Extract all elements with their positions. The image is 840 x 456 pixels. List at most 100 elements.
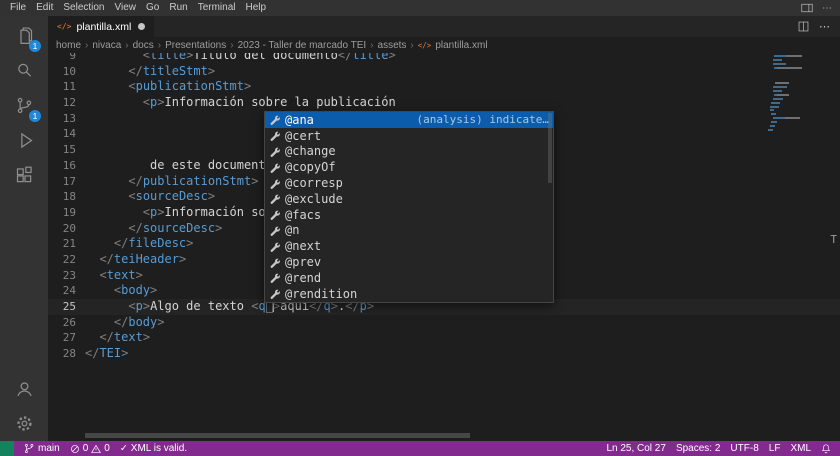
line-number[interactable]: 23 (48, 268, 85, 284)
suggestion-ana[interactable]: @ana(analysis) indicate… (265, 112, 553, 128)
breadcrumb-separator-icon: › (370, 40, 373, 51)
code-line-10[interactable]: 10 </titleStmt> (48, 64, 840, 80)
editor[interactable]: 9 <title>Título del documento</title>10 … (48, 53, 840, 441)
xml-validation-item[interactable]: ✓ XML is valid. (115, 443, 192, 454)
suggestion-n[interactable]: @n (265, 223, 553, 239)
property-icon (269, 130, 280, 141)
line-number[interactable]: 10 (48, 64, 85, 80)
settings-button[interactable] (0, 406, 48, 441)
breadcrumb-separator-icon: › (125, 40, 128, 51)
encoding-item[interactable]: UTF-8 (725, 443, 763, 454)
line-number[interactable]: 12 (48, 95, 85, 111)
menu-help[interactable]: Help (241, 0, 272, 16)
breadcrumb: home›nivaca›docs›Presentations›2023 - Ta… (48, 37, 840, 53)
line-number[interactable]: 21 (48, 236, 85, 252)
line-number[interactable]: 20 (48, 221, 85, 237)
suggestion-label: @prev (285, 255, 321, 269)
sidebar-item-extensions[interactable] (0, 158, 48, 193)
code-line-27[interactable]: 27 </text> (48, 330, 840, 346)
breadcrumb-item[interactable]: assets (378, 40, 407, 51)
editor-more-actions-icon[interactable]: ⋯ (819, 20, 830, 33)
line-number[interactable]: 19 (48, 205, 85, 221)
menu-terminal[interactable]: Terminal (193, 0, 241, 16)
breadcrumb-separator-icon: › (410, 40, 413, 51)
line-number[interactable]: 18 (48, 189, 85, 205)
line-number[interactable]: 14 (48, 126, 85, 142)
cursor-position-item[interactable]: Ln 25, Col 27 (601, 443, 671, 454)
tab-plantilla-xml[interactable]: </> plantilla.xml (48, 16, 154, 37)
breadcrumb-item[interactable]: 2023 - Taller de marcado TEI (238, 40, 367, 51)
breadcrumb-item[interactable]: docs (133, 40, 154, 51)
suggestion-exclude[interactable]: @exclude (265, 191, 553, 207)
check-icon: ✓ (120, 443, 128, 454)
code-line-9[interactable]: 9 <title>Título del documento</title> (48, 53, 840, 64)
breadcrumb-item[interactable]: nivaca (92, 40, 121, 51)
sidebar-item-run-debug[interactable] (0, 123, 48, 158)
suggestion-copyOf[interactable]: @copyOf (265, 159, 553, 175)
suggestion-prev[interactable]: @prev (265, 254, 553, 270)
suggestion-rendition[interactable]: @rendition (265, 286, 553, 302)
line-number[interactable]: 11 (48, 79, 85, 95)
code-text: </titleStmt> (85, 64, 215, 80)
suggestion-label: @ana (285, 113, 314, 127)
menu-go[interactable]: Go (141, 0, 164, 16)
line-number[interactable]: 9 (48, 53, 85, 64)
menu-selection[interactable]: Selection (58, 0, 109, 16)
layout-toggle-icon[interactable] (801, 3, 813, 13)
suggestion-cert[interactable]: @cert (265, 128, 553, 144)
menu-run[interactable]: Run (164, 0, 192, 16)
problems-item[interactable]: 0 0 (65, 443, 115, 454)
line-number[interactable]: 25 (48, 299, 85, 315)
notifications-bell[interactable] (816, 443, 836, 454)
sidebar-item-source-control[interactable]: 1 (0, 88, 48, 123)
branch-name: main (38, 443, 60, 454)
tab-label: plantilla.xml (76, 21, 131, 33)
eol-item[interactable]: LF (764, 443, 786, 454)
menu-file[interactable]: File (5, 0, 31, 16)
line-number[interactable]: 28 (48, 346, 85, 362)
suggestion-corresp[interactable]: @corresp (265, 175, 553, 191)
indentation-item[interactable]: Spaces: 2 (671, 443, 725, 454)
line-number[interactable]: 17 (48, 174, 85, 190)
split-editor-icon[interactable] (798, 21, 809, 32)
code-text: </text> (85, 330, 150, 346)
sidebar-item-search[interactable] (0, 53, 48, 88)
property-icon (269, 209, 280, 220)
suggestion-label: @copyOf (285, 160, 336, 174)
line-number[interactable]: 27 (48, 330, 85, 346)
more-actions-icon[interactable]: ⋯ (822, 3, 832, 14)
breadcrumb-item[interactable]: Presentations (165, 40, 226, 51)
code-text: </fileDesc> (85, 236, 193, 252)
minimap[interactable] (768, 55, 804, 133)
line-number[interactable]: 16 (48, 158, 85, 174)
line-number[interactable]: 22 (48, 252, 85, 268)
account-button[interactable] (0, 371, 48, 406)
sidebar-item-explorer[interactable]: 1 (0, 18, 48, 53)
suggestion-change[interactable]: @change (265, 144, 553, 160)
suggest-scrollbar[interactable] (548, 113, 552, 183)
code-line-26[interactable]: 26 </body> (48, 315, 840, 331)
language-mode-item[interactable]: XML (785, 443, 816, 454)
line-number[interactable]: 26 (48, 315, 85, 331)
suggestion-rend[interactable]: @rend (265, 270, 553, 286)
line-number[interactable]: 13 (48, 111, 85, 127)
property-icon (269, 114, 280, 125)
line-number[interactable]: 24 (48, 283, 85, 299)
code-line-11[interactable]: 11 <publicationStmt> (48, 79, 840, 95)
git-branch-item[interactable]: main (19, 443, 65, 454)
code-line-12[interactable]: 12 <p>Información sobre la publicación (48, 95, 840, 111)
validation-message: XML is valid. (131, 443, 187, 454)
code-line-28[interactable]: 28</TEI> (48, 346, 840, 362)
menu-view[interactable]: View (110, 0, 142, 16)
modified-indicator[interactable] (138, 23, 145, 30)
suggestion-next[interactable]: @next (265, 238, 553, 254)
suggestion-facs[interactable]: @facs (265, 207, 553, 223)
breadcrumb-item[interactable]: plantilla.xml (435, 40, 487, 51)
remote-indicator[interactable] (0, 441, 14, 456)
breadcrumb-item[interactable]: home (56, 40, 81, 51)
breadcrumb-separator-icon: › (85, 40, 88, 51)
line-number[interactable]: 15 (48, 142, 85, 158)
menu-edit[interactable]: Edit (31, 0, 58, 16)
run-debug-icon (14, 130, 35, 151)
horizontal-scrollbar[interactable] (85, 433, 470, 438)
